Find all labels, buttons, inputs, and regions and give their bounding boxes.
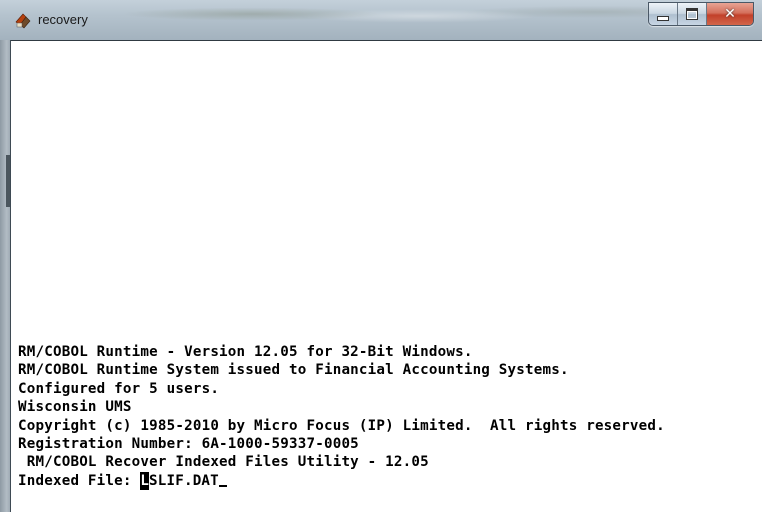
window-title: recovery [38,12,88,27]
close-button[interactable]: ✕ [707,3,753,25]
caption-buttons: ✕ [648,2,754,26]
text-cursor[interactable]: L [140,471,149,491]
console-line: Configured for 5 users. [18,380,220,397]
app-icon[interactable] [14,12,32,30]
prompt-label: Indexed File: [18,472,141,489]
title-bar[interactable]: recovery ✕ [0,0,762,40]
console-line: Registration Number: 6A-1000-59337-0005 [18,435,359,452]
console-window: recovery ✕ RM/COBOL Runtime - Version 12… [0,0,762,512]
input-prompt-line[interactable]: Indexed File: LSLIF.DAT [18,471,665,491]
maximize-icon [686,8,698,20]
console-output: RM/COBOL Runtime - Version 12.05 for 32-… [18,343,665,491]
console-line: RM/COBOL Runtime System issued to Financ… [18,362,569,379]
close-icon: ✕ [724,6,736,22]
console-line: RM/COBOL Recover Indexed Files Utility -… [18,454,429,471]
console-line: RM/COBOL Runtime - Version 12.05 for 32-… [18,344,473,360]
window-frame-left [0,40,11,512]
maximize-button[interactable] [678,3,707,25]
file-name-input[interactable]: SLIF.DAT [149,473,219,489]
minimize-button[interactable] [649,3,678,25]
underscore-cursor [218,484,227,487]
console-line: Wisconsin UMS [18,399,132,416]
console-area[interactable]: RM/COBOL Runtime - Version 12.05 for 32-… [11,40,762,512]
console-line: Copyright (c) 1985-2010 by Micro Focus (… [18,417,665,434]
minimize-icon [657,15,669,21]
